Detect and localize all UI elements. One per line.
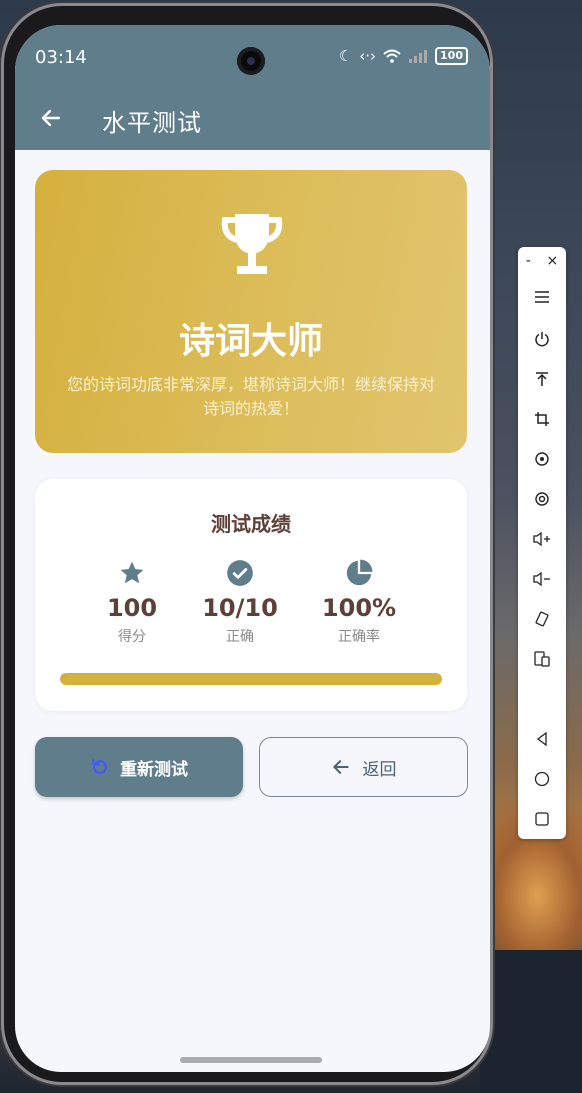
- data-transfer-icon: ‹·›: [359, 47, 377, 65]
- background-ground: [480, 950, 582, 1093]
- volume-down-icon[interactable]: [518, 565, 566, 593]
- moon-icon: ☾: [338, 47, 353, 65]
- minimize-button[interactable]: -: [526, 253, 531, 269]
- status-time: 03:14: [35, 47, 87, 68]
- stat-correct: 10/10 正确: [180, 559, 300, 646]
- emulator-toolbar: - ×: [518, 247, 566, 839]
- crop-icon[interactable]: [518, 405, 566, 433]
- page-title: 水平测试: [102, 109, 202, 137]
- app-bar: 水平测试: [15, 89, 490, 150]
- star-icon: [120, 561, 144, 584]
- location-icon[interactable]: [518, 485, 566, 513]
- back-arrow-button[interactable]: [35, 102, 67, 134]
- rotate-icon[interactable]: [518, 445, 566, 473]
- signal-icon: [409, 50, 428, 63]
- arrow-left-icon: [41, 109, 61, 127]
- wifi-icon: [383, 49, 401, 63]
- retry-button[interactable]: 重新测试: [35, 737, 243, 797]
- menu-icon[interactable]: [518, 283, 566, 311]
- score-progress-bar: [60, 673, 442, 685]
- stat-correct-value: 10/10: [202, 594, 278, 622]
- nav-home-icon[interactable]: [518, 765, 566, 793]
- score-card: 测试成绩 100 得分 10/10 正确 100% 正确率: [35, 479, 467, 711]
- phone-frame: 03:14 ☾ ‹·› 100 水平测试 诗词大师 您的诗词功底非常深厚，堪称诗…: [4, 6, 490, 1082]
- stat-correct-label: 正确: [226, 629, 254, 645]
- return-button[interactable]: 返回: [259, 737, 468, 797]
- stat-score: 100 得分: [72, 559, 192, 646]
- status-icons: ☾ ‹·› 100: [339, 47, 468, 65]
- battery-indicator: 100: [435, 47, 468, 65]
- stat-score-value: 100: [106, 594, 158, 622]
- close-button[interactable]: ×: [546, 253, 558, 269]
- shake-icon[interactable]: [518, 605, 566, 633]
- score-card-title: 测试成绩: [211, 512, 291, 536]
- status-bar: 03:14 ☾ ‹·› 100: [15, 25, 490, 89]
- multi-device-icon[interactable]: [518, 645, 566, 673]
- refresh-icon: [92, 758, 107, 774]
- retry-button-label: 重新测试: [120, 759, 188, 780]
- return-button-label: 返回: [362, 759, 397, 780]
- stat-accuracy-label: 正确率: [338, 629, 380, 645]
- stat-accuracy-value: 100%: [321, 594, 397, 622]
- power-icon[interactable]: [518, 325, 566, 353]
- home-indicator[interactable]: [180, 1057, 322, 1063]
- arrow-left-icon: [332, 760, 349, 774]
- result-description: 您的诗词功底非常深厚，堪称诗词大师！继续保持对诗词的热爱！: [66, 375, 435, 418]
- front-camera: [237, 47, 265, 75]
- check-circle-icon: [227, 560, 253, 586]
- scroll-top-icon[interactable]: [518, 365, 566, 393]
- volume-up-icon[interactable]: [518, 525, 566, 553]
- stat-accuracy: 100% 正确率: [299, 559, 419, 646]
- result-card: 诗词大师 您的诗词功底非常深厚，堪称诗词大师！继续保持对诗词的热爱！: [35, 170, 467, 453]
- trophy-icon: [221, 214, 283, 274]
- score-progress-fill: [60, 673, 442, 685]
- phone-screen: 03:14 ☾ ‹·› 100 水平测试 诗词大师 您的诗词功底非常深厚，堪称诗…: [15, 25, 490, 1072]
- nav-back-icon[interactable]: [518, 725, 566, 753]
- result-title: 诗词大师: [178, 321, 323, 362]
- stat-score-label: 得分: [118, 629, 146, 645]
- pie-chart-icon: [346, 559, 373, 586]
- nav-recents-icon[interactable]: [518, 805, 566, 833]
